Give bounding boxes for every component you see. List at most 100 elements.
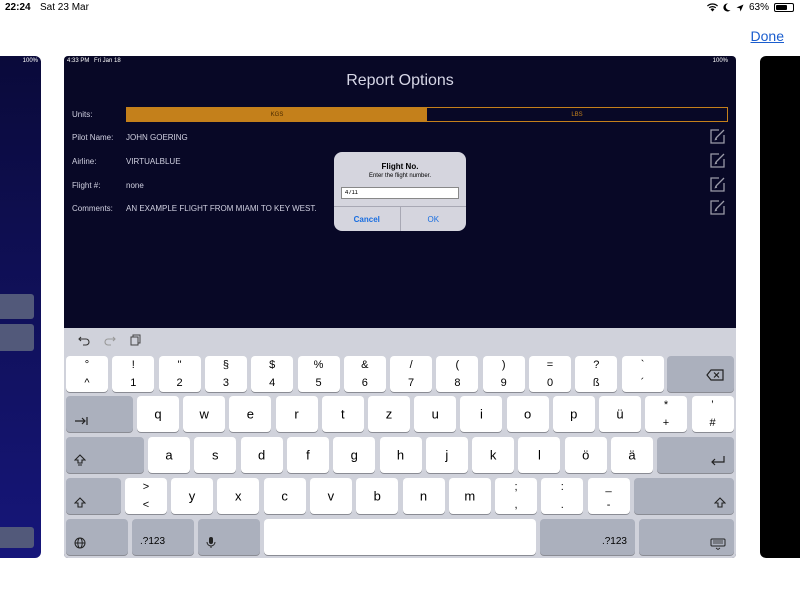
key-label: d	[257, 447, 266, 463]
dictation-key[interactable]	[198, 519, 260, 555]
key-letter-row3-3[interactable]: f	[286, 437, 329, 473]
key-letter-row3-4[interactable]: g	[333, 437, 376, 473]
key-punct-2[interactable]: _ -	[587, 478, 630, 514]
key-top-label: )	[501, 359, 506, 371]
edit-pilot-name-icon[interactable]	[709, 128, 726, 145]
edit-flight-number-icon[interactable]	[709, 176, 726, 193]
key-bottom-label: 9	[500, 377, 507, 389]
key-label: e	[246, 406, 254, 422]
key-letter-row4-6[interactable]: m	[448, 478, 491, 514]
key-label: k	[489, 447, 497, 463]
key-top-label: *	[663, 399, 669, 411]
key-letter-row3-0[interactable]: a	[148, 437, 190, 473]
units-option-lbs[interactable]: LBS	[427, 108, 727, 121]
return-key[interactable]	[657, 437, 734, 473]
battery-icon	[774, 3, 794, 12]
delete-key[interactable]	[667, 356, 734, 392]
undo-icon[interactable]	[78, 334, 90, 346]
key-top-label: $	[269, 359, 276, 371]
ok-button[interactable]: OK	[401, 207, 467, 231]
key-bottom-label: 1	[130, 377, 137, 389]
units-option-kgs[interactable]: KGS	[127, 108, 427, 121]
alert-buttons: Cancel OK	[334, 206, 466, 231]
key-letter-row4-3[interactable]: v	[309, 478, 352, 514]
edit-comments-icon[interactable]	[709, 199, 726, 216]
key-letter-row4-4[interactable]: b	[356, 478, 399, 514]
key-letter-row3-2[interactable]: d	[240, 437, 283, 473]
previous-app-preview[interactable]: 100%	[0, 56, 41, 558]
globe-key[interactable]	[66, 519, 128, 555]
key-label: x	[235, 488, 242, 504]
key-1-row1[interactable]: ! 1	[112, 356, 155, 392]
key-letter-row2-8[interactable]: o	[506, 396, 549, 432]
key-label: y	[188, 488, 196, 504]
key-row2-extra-1[interactable]: ’ #	[691, 396, 734, 432]
key-letter-row3-6[interactable]: j	[425, 437, 468, 473]
edit-airline-icon[interactable]	[709, 152, 726, 169]
key-letter-row4-0[interactable]: y	[171, 478, 213, 514]
key-top-label: ;	[514, 481, 518, 493]
key-letter-row2-9[interactable]: p	[552, 396, 595, 432]
key-letter-row2-5[interactable]: z	[368, 396, 410, 432]
next-app-preview[interactable]	[760, 56, 800, 558]
key-letter-row4-1[interactable]: x	[217, 478, 260, 514]
alert-message: Enter the flight number.	[368, 173, 432, 179]
key-punct-1[interactable]: :.	[541, 478, 584, 514]
key-2-row1[interactable]: " 2	[158, 356, 201, 392]
space-bar[interactable]	[264, 519, 536, 555]
key-0-row1[interactable]: ° ^	[66, 356, 108, 392]
key-letter-row3-9[interactable]: ö	[564, 437, 607, 473]
key-4-row1[interactable]: $4	[251, 356, 294, 392]
key-letter-row3-1[interactable]: s	[194, 437, 237, 473]
status-date: Sat 23 Mar	[40, 2, 89, 13]
key-label: g	[350, 447, 358, 463]
key-top-label: ’	[711, 399, 714, 411]
key-7-row1[interactable]: /7	[390, 356, 433, 392]
caps-lock-key[interactable]	[66, 437, 144, 473]
wifi-icon	[706, 3, 718, 12]
key-letter-row2-3[interactable]: r	[275, 396, 318, 432]
numbers-key-right[interactable]: .?123	[540, 519, 635, 555]
left-shift-key[interactable]	[66, 478, 121, 514]
key-letter-row2-2[interactable]: e	[229, 396, 272, 432]
key-6-row1[interactable]: & 6	[343, 356, 386, 392]
hide-keyboard-key[interactable]	[639, 519, 734, 555]
key-letter-row2-6[interactable]: u	[414, 396, 457, 432]
key-row2-extra-0[interactable]: * +	[645, 396, 687, 432]
key-5-row1[interactable]: % 5	[297, 356, 340, 392]
comments-value: AN EXAMPLE FLIGHT FROM MIAMI TO KEY WEST…	[126, 204, 317, 213]
key-9-row1[interactable]: ) 9	[482, 356, 525, 392]
delete-icon	[706, 369, 724, 381]
key-3-row1[interactable]: § 3	[204, 356, 247, 392]
key-letter-row4-2[interactable]: c	[263, 478, 306, 514]
key-12-row1[interactable]: ` ´	[621, 356, 664, 392]
key-8-row1[interactable]: (8	[436, 356, 479, 392]
key-letter-row2-7[interactable]: i	[460, 396, 503, 432]
key-letter-row2-1[interactable]: w	[183, 396, 226, 432]
paste-icon[interactable]	[130, 334, 142, 346]
key-letter-row2-4[interactable]: t	[321, 396, 364, 432]
key-11-row1[interactable]: ? ß	[575, 356, 618, 392]
cancel-button[interactable]: Cancel	[334, 207, 401, 231]
flight-number-input[interactable]	[341, 187, 459, 199]
key-angle-brackets[interactable]: > <	[125, 478, 167, 514]
key-letter-row3-8[interactable]: l	[518, 437, 561, 473]
key-bottom-label: <	[142, 499, 150, 511]
key-punct-0[interactable]: ;,	[495, 478, 537, 514]
key-label: c	[281, 488, 288, 504]
done-button[interactable]: Done	[751, 28, 784, 44]
numbers-key-left[interactable]: .?123	[132, 519, 194, 555]
right-shift-key[interactable]	[634, 478, 734, 514]
key-letter-row3-7[interactable]: k	[472, 437, 515, 473]
key-letter-row2-0[interactable]: q	[137, 396, 179, 432]
key-label: z	[385, 406, 393, 422]
flight-number-alert: Flight No. Enter the flight number. Canc…	[334, 152, 466, 231]
redo-icon[interactable]	[104, 334, 116, 346]
key-letter-row2-10[interactable]: ü	[599, 396, 641, 432]
key-10-row1[interactable]: = 0	[529, 356, 571, 392]
key-letter-row4-5[interactable]: n	[402, 478, 445, 514]
keyboard: ° ^! 1 " 2 § 3 $4% 5 & 6/7(8) 9 = 0? ß ` ´ q w e r t z u i o p ü * +’…	[64, 328, 736, 558]
tab-key[interactable]	[66, 396, 133, 432]
key-letter-row3-10[interactable]: ä	[611, 437, 653, 473]
key-letter-row3-5[interactable]: h	[379, 437, 422, 473]
